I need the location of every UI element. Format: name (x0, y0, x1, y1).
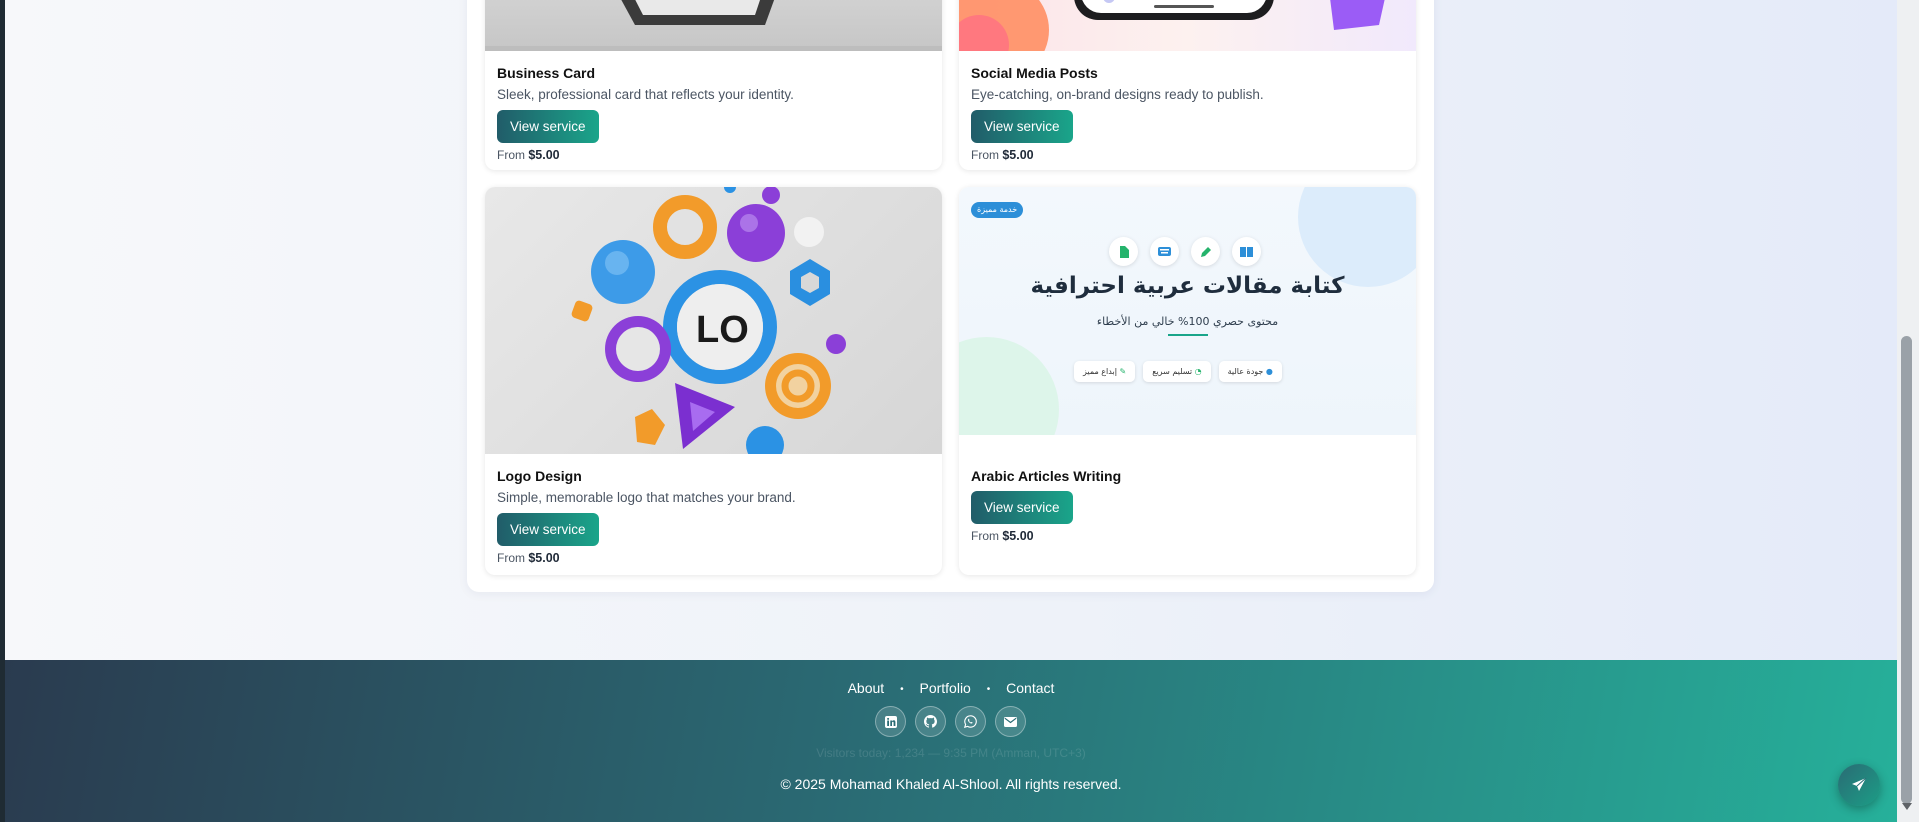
view-service-button[interactable]: View service (971, 110, 1073, 143)
pen-icon (1191, 237, 1220, 266)
business-card-image (485, 0, 942, 51)
mail-icon[interactable] (995, 706, 1026, 737)
social-links (875, 706, 1026, 737)
logo-design-image: LO (485, 187, 942, 454)
arabic-headline: كتابة مقالات عربية احترافية (1030, 273, 1345, 299)
arabic-subline: محتوى حصري 100% خالي من الأخطاء (1096, 315, 1279, 328)
price-value: $5.00 (528, 148, 560, 162)
page-scrollbar[interactable] (1897, 0, 1919, 822)
feature-chip: ● جودة عالية (1218, 361, 1282, 382)
price-prefix: From (971, 529, 999, 543)
nav-separator: • (900, 684, 904, 695)
footer-link-contact[interactable]: Contact (1006, 680, 1054, 696)
decor-circle (959, 337, 1059, 435)
decor-circle (1298, 187, 1416, 287)
whatsapp-icon[interactable] (955, 706, 986, 737)
social-media-image (959, 0, 1416, 51)
service-description: Sleek, professional card that reflects y… (497, 87, 794, 102)
scroll-down-arrow-icon[interactable] (1902, 803, 1912, 810)
service-price: From $5.00 (497, 148, 794, 162)
logo-design-illustration: LO (571, 187, 846, 454)
service-card-arabic-articles[interactable]: خدمة مميزة كتابة مقالات عربية احترافية م… (959, 187, 1416, 575)
view-service-button[interactable]: View service (971, 491, 1073, 524)
price-prefix: From (497, 551, 525, 565)
view-service-button[interactable]: View service (497, 513, 599, 546)
service-price: From $5.00 (971, 148, 1264, 162)
site-footer: About • Portfolio • Contact Visitors tod… (5, 660, 1897, 822)
price-prefix: From (497, 148, 525, 162)
clock-icon: ◔ (1194, 367, 1202, 376)
service-card-business-card[interactable]: Business Card Sleek, professional card t… (485, 0, 942, 170)
service-card-logo-design[interactable]: LO Logo Design Simple, memorable logo th… (485, 187, 942, 575)
arabic-articles-image: خدمة مميزة كتابة مقالات عربية احترافية م… (959, 187, 1416, 454)
linkedin-icon[interactable] (875, 706, 906, 737)
social-media-illustration (959, 0, 1385, 51)
service-title: Arabic Articles Writing (971, 468, 1122, 484)
visitors-counter: Visitors today: 1,234 — 9:35 PM (Amman, … (816, 746, 1086, 760)
scrollbar-thumb[interactable] (1901, 336, 1912, 804)
book-icon (1232, 237, 1261, 266)
price-prefix: From (971, 148, 999, 162)
service-title: Logo Design (497, 468, 582, 484)
nav-separator: • (986, 684, 991, 695)
file-icon (1109, 237, 1138, 266)
feature-chip: ◔ تسليم سريع (1143, 361, 1211, 382)
arabic-articles-banner: خدمة مميزة كتابة مقالات عربية احترافية م… (959, 187, 1416, 435)
send-message-button[interactable] (1838, 764, 1880, 806)
footer-nav: About • Portfolio • Contact (5, 680, 1897, 696)
github-icon[interactable] (915, 706, 946, 737)
price-value: $5.00 (528, 551, 560, 565)
feature-chips: ● جودة عالية ◔ تسليم سريع ✎ إبداع مميز (1074, 361, 1282, 382)
service-description: Simple, memorable logo that matches your… (497, 490, 796, 505)
price-value: $5.00 (1002, 148, 1034, 162)
footer-link-about[interactable]: About (848, 680, 885, 696)
service-title: Business Card (497, 65, 596, 81)
service-price: From $5.00 (497, 551, 796, 565)
headline-underline (1168, 334, 1208, 336)
paper-plane-icon (1852, 777, 1867, 791)
price-value: $5.00 (1002, 529, 1034, 543)
check-icon: ● (1265, 367, 1273, 376)
business-card-illustration (485, 0, 942, 51)
featured-badge: خدمة مميزة (971, 202, 1024, 218)
sparkle-icon: ✎ (1119, 367, 1127, 376)
footer-link-portfolio[interactable]: Portfolio (919, 680, 970, 696)
service-price: From $5.00 (971, 529, 1121, 543)
logo-image-text: LO (696, 309, 749, 351)
view-service-button[interactable]: View service (497, 110, 599, 143)
service-description: Eye-catching, on-brand designs ready to … (971, 87, 1264, 102)
keyboard-icon (1150, 237, 1179, 266)
article-icon-row (1109, 237, 1261, 266)
feature-chip: ✎ إبداع مميز (1074, 361, 1136, 382)
service-card-social-media-posts[interactable]: Social Media Posts Eye-catching, on-bran… (959, 0, 1416, 170)
services-grid-panel: Business Card Sleek, professional card t… (467, 0, 1434, 592)
service-title: Social Media Posts (971, 65, 1098, 81)
copyright-text: © 2025 Mohamad Khaled Al-Shlool. All rig… (780, 776, 1122, 792)
